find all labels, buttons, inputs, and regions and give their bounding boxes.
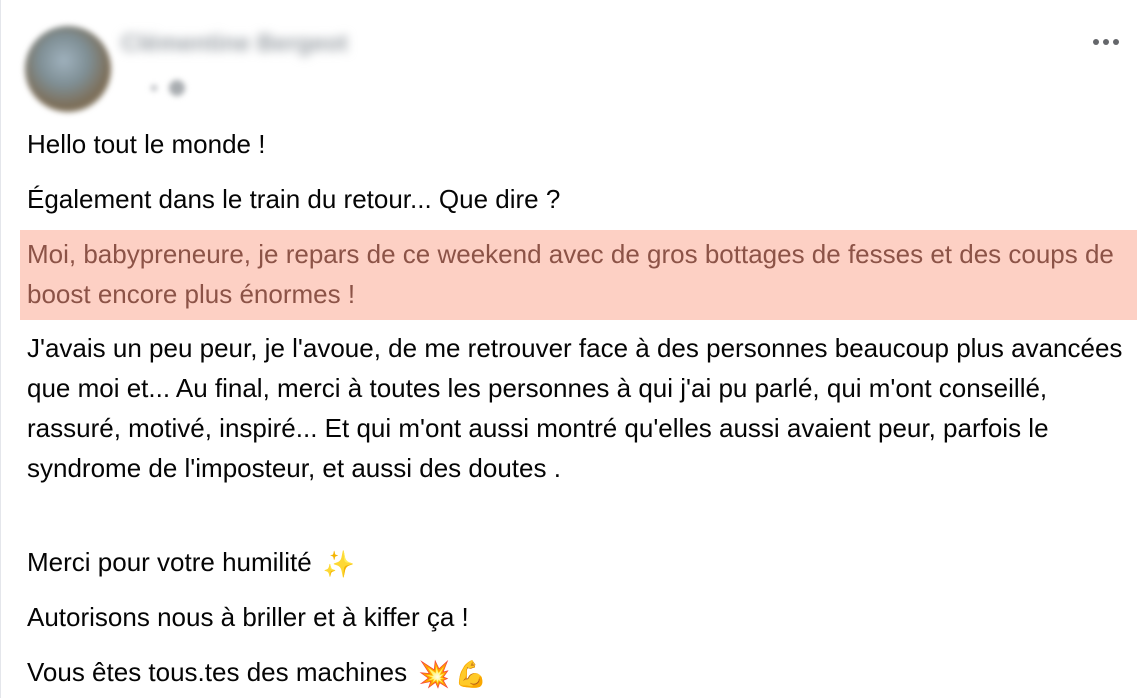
post-card: Clémentine Bergeot Hello tout le monde !… [0, 0, 1146, 698]
highlight-text: Moi, babypreneure, je repars de ce weeke… [27, 239, 1114, 309]
sparkles-icon: ✨ [322, 549, 356, 580]
ellipsis-dot [1113, 39, 1119, 45]
paragraph-train: Également dans le train du retour... Que… [27, 184, 561, 214]
paragraph-thanks: Merci pour votre humilité ✨ [27, 542, 355, 582]
separator-dot [151, 85, 157, 91]
post-meta [121, 76, 231, 100]
paragraph-shine: Autorisons nous à briller et à kiffer ça… [27, 602, 469, 632]
globe-icon [169, 80, 185, 96]
author-name[interactable]: Clémentine Bergeot [121, 30, 421, 58]
ellipsis-horizontal-icon [1093, 39, 1099, 45]
paragraph-machines: Vous êtes tous.tes des machines 💥 💪 [27, 652, 487, 692]
paragraph-fear: J'avais un peu peur, je l'avoue, de me r… [27, 333, 1123, 483]
machines-text: Vous êtes tous.tes des machines [27, 657, 408, 687]
author-avatar[interactable] [25, 26, 111, 112]
more-options-button[interactable] [1082, 26, 1130, 58]
ellipsis-dot [1103, 39, 1109, 45]
highlighted-paragraph: Moi, babypreneure, je repars de ce weeke… [20, 230, 1137, 320]
collision-icon: 💥 [418, 659, 451, 690]
post-header: Clémentine Bergeot [25, 24, 1125, 114]
flexed-biceps-icon: 💪 [454, 659, 488, 690]
thanks-text: Merci pour votre humilité [27, 547, 312, 577]
paragraph-greeting: Hello tout le monde ! [27, 129, 266, 159]
